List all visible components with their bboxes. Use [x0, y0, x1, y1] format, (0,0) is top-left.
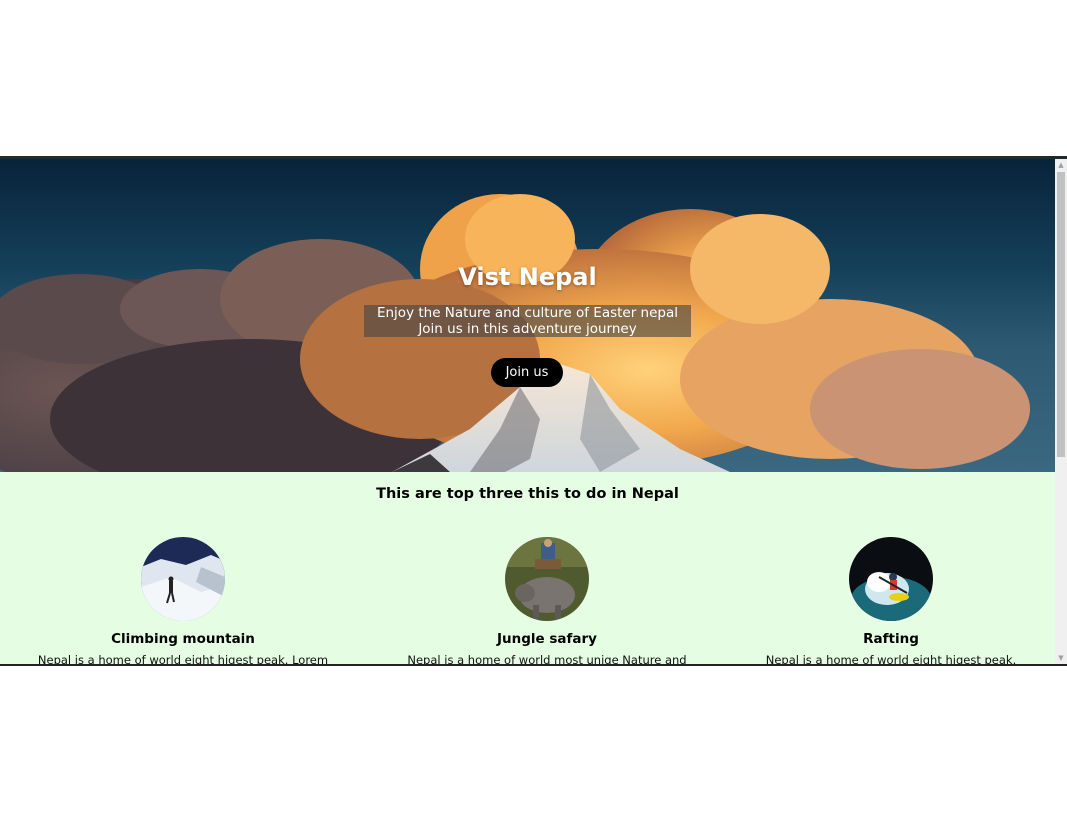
browser-viewport: Vist Nepal Enjoy the Nature and culture … — [0, 156, 1067, 666]
card-title: Climbing mountain — [111, 631, 255, 647]
rafting-image — [849, 537, 933, 621]
card-text: Nepal is a home of world eight higest pe… — [37, 653, 329, 666]
hero-subtitle-line-2: Join us in this adventure journey — [418, 321, 637, 337]
card-title: Jungle safary — [497, 631, 597, 647]
card-climbing-mountain: Climbing mountain Nepal is a home of wor… — [33, 537, 333, 666]
card-jungle-safary: Jungle safary Nepal is a home of world m… — [397, 537, 697, 666]
scroll-up-arrow-icon[interactable]: ▲ — [1055, 159, 1067, 171]
card-title: Rafting — [863, 631, 919, 647]
jungle-safary-image — [505, 537, 589, 621]
scroll-down-arrow-icon[interactable]: ▼ — [1055, 652, 1067, 664]
card-text: Nepal is a home of world most uniqe Natu… — [407, 653, 687, 666]
card-text: Nepal is a home of world eight higest pe… — [765, 653, 1017, 666]
hero-subtitle-line-1: Enjoy the Nature and culture of Easter n… — [376, 305, 679, 321]
section-title: This are top three this to do in Nepal — [376, 486, 679, 502]
scroll-thumb[interactable] — [1057, 172, 1065, 457]
hero-subtitle-box: Enjoy the Nature and culture of Easter n… — [364, 305, 691, 337]
hero-banner: Vist Nepal Enjoy the Nature and culture … — [0, 159, 1055, 472]
climbing-mountain-image — [141, 537, 225, 621]
card-rafting: Rafting Nepal is a home of world eight h… — [741, 537, 1041, 666]
join-us-button[interactable]: Join us — [491, 358, 563, 387]
hero-title: Vist Nepal — [458, 263, 597, 291]
vertical-scrollbar[interactable]: ▲ ▼ — [1055, 159, 1067, 664]
